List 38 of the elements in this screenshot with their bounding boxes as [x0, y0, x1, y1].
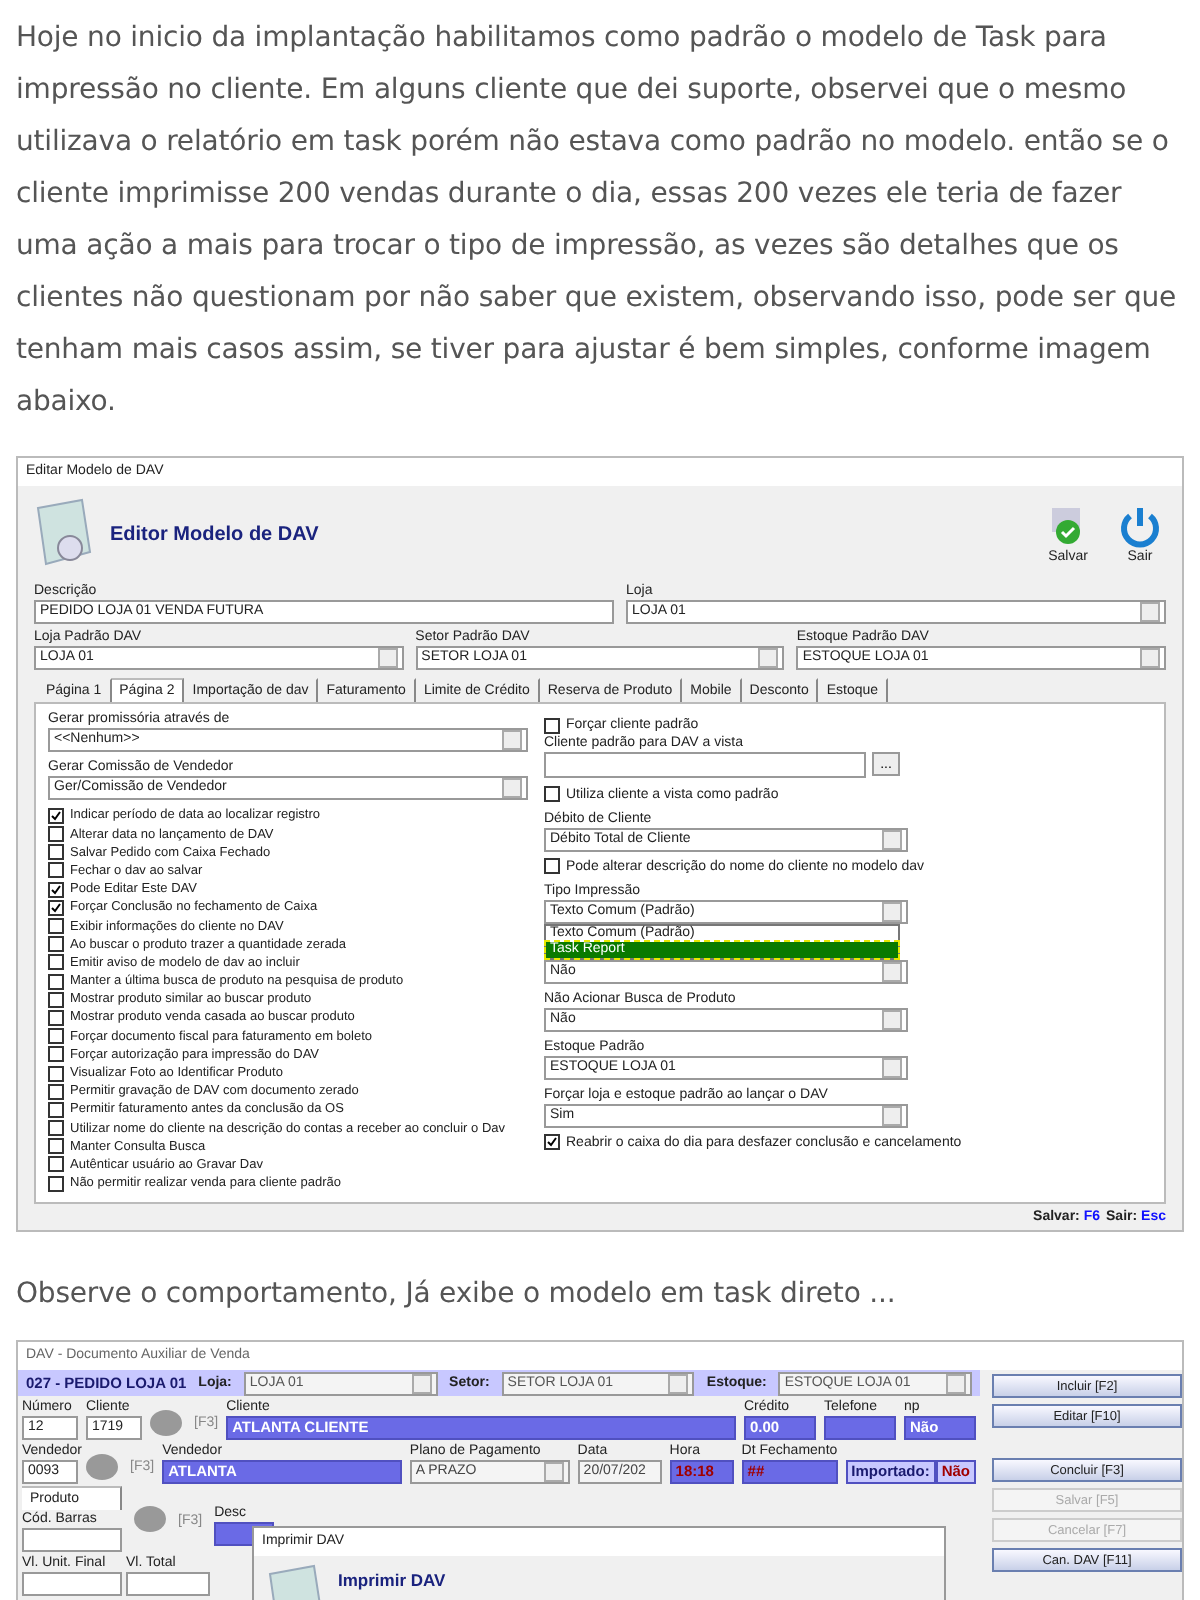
editor-heading: Editor Modelo de DAV: [110, 523, 321, 546]
checkbox[interactable]: [48, 1175, 64, 1192]
dialog-heading: Imprimir DAV: [338, 1570, 448, 1590]
checkbox[interactable]: [48, 1065, 64, 1082]
checkbox[interactable]: [48, 881, 64, 898]
value-field: [824, 1416, 896, 1440]
checkbox[interactable]: [48, 862, 64, 879]
client-field[interactable]: [544, 752, 866, 779]
checkbox[interactable]: [48, 973, 64, 990]
checkbox[interactable]: [48, 844, 64, 861]
checkbox[interactable]: [48, 1009, 64, 1026]
checkbox[interactable]: [48, 1083, 64, 1100]
checkbox[interactable]: [48, 1028, 64, 1045]
checkbox[interactable]: [48, 1046, 64, 1063]
checkbox[interactable]: [48, 936, 64, 953]
checkbox[interactable]: [48, 991, 64, 1008]
power-icon: [1118, 504, 1162, 549]
blurred-spot: [86, 1454, 118, 1480]
checkbox[interactable]: [48, 826, 64, 843]
checkbox[interactable]: [48, 807, 64, 824]
input-field[interactable]: [126, 1572, 210, 1596]
checkbox[interactable]: [48, 899, 64, 916]
checkbox[interactable]: [544, 786, 560, 803]
checkbox[interactable]: [544, 717, 560, 734]
input-field[interactable]: [22, 1528, 122, 1552]
checkbox[interactable]: [48, 1120, 64, 1137]
checkbox[interactable]: [544, 858, 560, 875]
checkbox[interactable]: [544, 1134, 560, 1151]
intro-paragraph: Hoje no inicio da implantação habilitamos como padrão o modelo de Task para impressão no cliente. Em alguns cliente que dei suporte, observei que o mesmo utilizava o relatório em task porém não estava como padrão no modelo. então se o cliente imprimisse 200 vendas durante o dia, essas 200 vezes ele teria de fazer uma ação a mais para trocar o tipo de impressão, as vezes são detalhes que os clientes não questionam por não saber que existem, observando isso, pode ser que tenham mais casos assim, se tiver para ajustar é bem simples, conforme imagem abaixo.: [16, 20, 1179, 422]
checkbox[interactable]: [48, 1138, 64, 1155]
caption-text: Observe o comportamento, Já exibe o modelo em task direto ...: [16, 1276, 898, 1314]
checkbox[interactable]: [48, 918, 64, 935]
checkbox[interactable]: [48, 954, 64, 971]
checkbox[interactable]: [48, 1101, 64, 1118]
checkbox[interactable]: [48, 1156, 64, 1173]
blurred-spot: [134, 1506, 166, 1532]
blurred-spot: [150, 1410, 182, 1436]
input-field[interactable]: [22, 1572, 122, 1596]
